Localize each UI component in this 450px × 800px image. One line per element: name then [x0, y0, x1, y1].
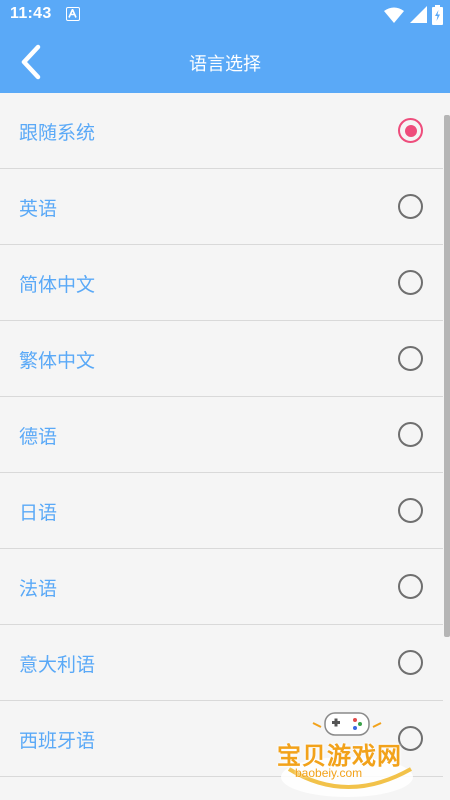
language-selection-screen: 11:43 语言选择 跟随系统 英语 简体中文 繁体中文 德语 日语 法语 意大…	[0, 0, 450, 800]
language-label: 跟随系统	[19, 122, 96, 144]
radio-button-selected[interactable]	[398, 118, 423, 143]
scrollbar[interactable]	[444, 115, 450, 637]
language-label: 法语	[19, 578, 58, 600]
language-label: 德语	[19, 426, 58, 448]
radio-button[interactable]	[398, 574, 423, 599]
wifi-icon	[384, 7, 404, 27]
language-item-simplified-chinese[interactable]: 简体中文	[0, 245, 443, 321]
language-item-french[interactable]: 法语	[0, 549, 443, 625]
language-list: 跟随系统 英语 简体中文 繁体中文 德语 日语 法语 意大利语 西班牙语	[0, 93, 443, 800]
radio-button[interactable]	[398, 498, 423, 523]
radio-button[interactable]	[398, 650, 423, 675]
radio-button[interactable]	[398, 422, 423, 447]
status-time: 11:43	[10, 5, 52, 22]
language-item-japanese[interactable]: 日语	[0, 473, 443, 549]
radio-button[interactable]	[398, 194, 423, 219]
language-item-spanish[interactable]: 西班牙语	[0, 701, 443, 777]
page-title: 语言选择	[189, 54, 261, 75]
language-label: 意大利语	[19, 654, 96, 676]
language-label: 日语	[19, 502, 58, 524]
notification-a-icon	[66, 7, 80, 21]
language-item-italian[interactable]: 意大利语	[0, 625, 443, 701]
radio-button[interactable]	[398, 726, 423, 751]
radio-button[interactable]	[398, 270, 423, 295]
language-item-german[interactable]: 德语	[0, 397, 443, 473]
language-label: 西班牙语	[19, 730, 96, 752]
radio-button[interactable]	[398, 346, 423, 371]
toolbar: 语言选择	[0, 31, 450, 93]
language-label: 繁体中文	[19, 350, 96, 372]
language-item-traditional-chinese[interactable]: 繁体中文	[0, 321, 443, 397]
status-bar: 11:43	[0, 0, 450, 31]
language-item-english[interactable]: 英语	[0, 169, 443, 245]
signal-icon	[410, 6, 428, 28]
language-item-follow-system[interactable]: 跟随系统	[0, 93, 443, 169]
language-label: 英语	[19, 198, 58, 220]
battery-icon	[432, 5, 443, 29]
language-label: 简体中文	[19, 274, 96, 296]
